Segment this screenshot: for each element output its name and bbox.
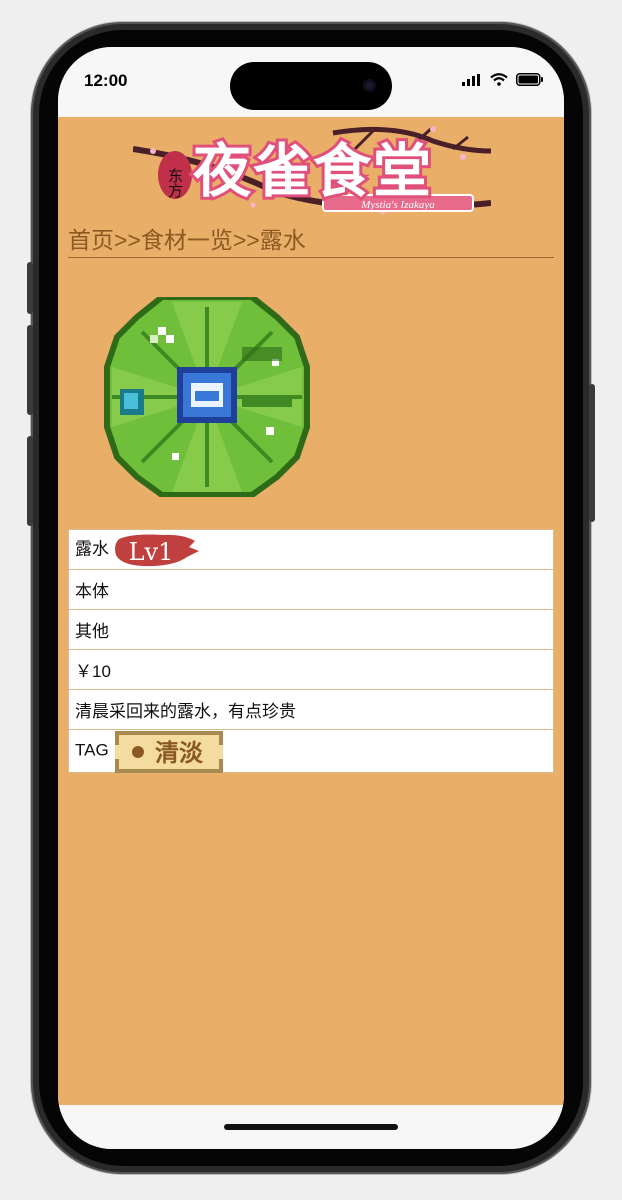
table-row: TAG 清淡 <box>68 729 554 773</box>
camera-icon <box>363 79 376 92</box>
side-button-volume-up <box>27 325 33 415</box>
breadcrumb-current: 露水 <box>259 227 306 253</box>
status-bar: 12:00 <box>58 47 564 117</box>
ingredient-info-table: 露水 Lv1 本体 其他 ￥10 清晨采回来的露水，有点珍贵 TAG 清淡 <box>68 529 554 773</box>
bottom-bar <box>58 1105 564 1149</box>
wifi-icon <box>490 73 508 86</box>
signal-icon <box>462 73 480 86</box>
table-row: ￥10 <box>68 649 554 690</box>
ingredient-price: ￥10 <box>68 649 554 690</box>
home-indicator[interactable] <box>224 1124 398 1130</box>
dynamic-island <box>230 62 392 110</box>
side-button-power <box>589 384 595 522</box>
level-badge: Lv1 <box>115 534 199 566</box>
screen: 12:00 Mystia's Izakaya 东方 夜雀食堂 首页>>食材一览>… <box>58 47 564 1149</box>
tag-label: TAG <box>75 740 109 760</box>
tag-badge[interactable]: 清淡 <box>114 731 223 773</box>
breadcrumb-home[interactable]: 首页 <box>68 227 114 253</box>
level-badge-text: Lv1 <box>129 538 174 566</box>
status-icons <box>462 73 544 86</box>
ingredient-name: 露水 <box>75 538 109 558</box>
ingredient-description: 清晨采回来的露水，有点珍贵 <box>68 689 554 730</box>
dew-ingredient-image <box>104 297 310 497</box>
breadcrumb-ingredient-list[interactable]: 食材一览 <box>141 227 233 253</box>
status-time: 12:00 <box>84 71 128 90</box>
breadcrumb: 首页>>食材一览>>露水 <box>68 225 554 258</box>
table-cell: 露水 Lv1 <box>68 529 554 570</box>
page-content: Mystia's Izakaya 东方 夜雀食堂 首页>>食材一览>>露水 露水… <box>58 117 564 1105</box>
table-row: 清晨采回来的露水，有点珍贵 <box>68 689 554 730</box>
table-row: 露水 Lv1 <box>68 529 554 570</box>
side-button-action <box>27 262 33 314</box>
table-cell: TAG 清淡 <box>68 729 554 773</box>
table-row: 本体 <box>68 569 554 610</box>
tag-text: 清淡 <box>155 738 204 767</box>
ingredient-category: 其他 <box>68 609 554 650</box>
battery-icon <box>516 73 543 86</box>
tag-dot-icon <box>131 746 144 758</box>
breadcrumb-separator: >> <box>232 227 260 253</box>
logo-seal: 东方 <box>166 168 184 199</box>
table-row: 其他 <box>68 609 554 650</box>
logo-title: 夜雀食堂 <box>192 137 433 205</box>
site-logo[interactable]: Mystia's Izakaya 东方 夜雀食堂 <box>133 121 491 219</box>
breadcrumb-separator: >> <box>114 227 141 253</box>
side-button-volume-down <box>27 436 33 526</box>
ingredient-origin: 本体 <box>68 569 554 610</box>
